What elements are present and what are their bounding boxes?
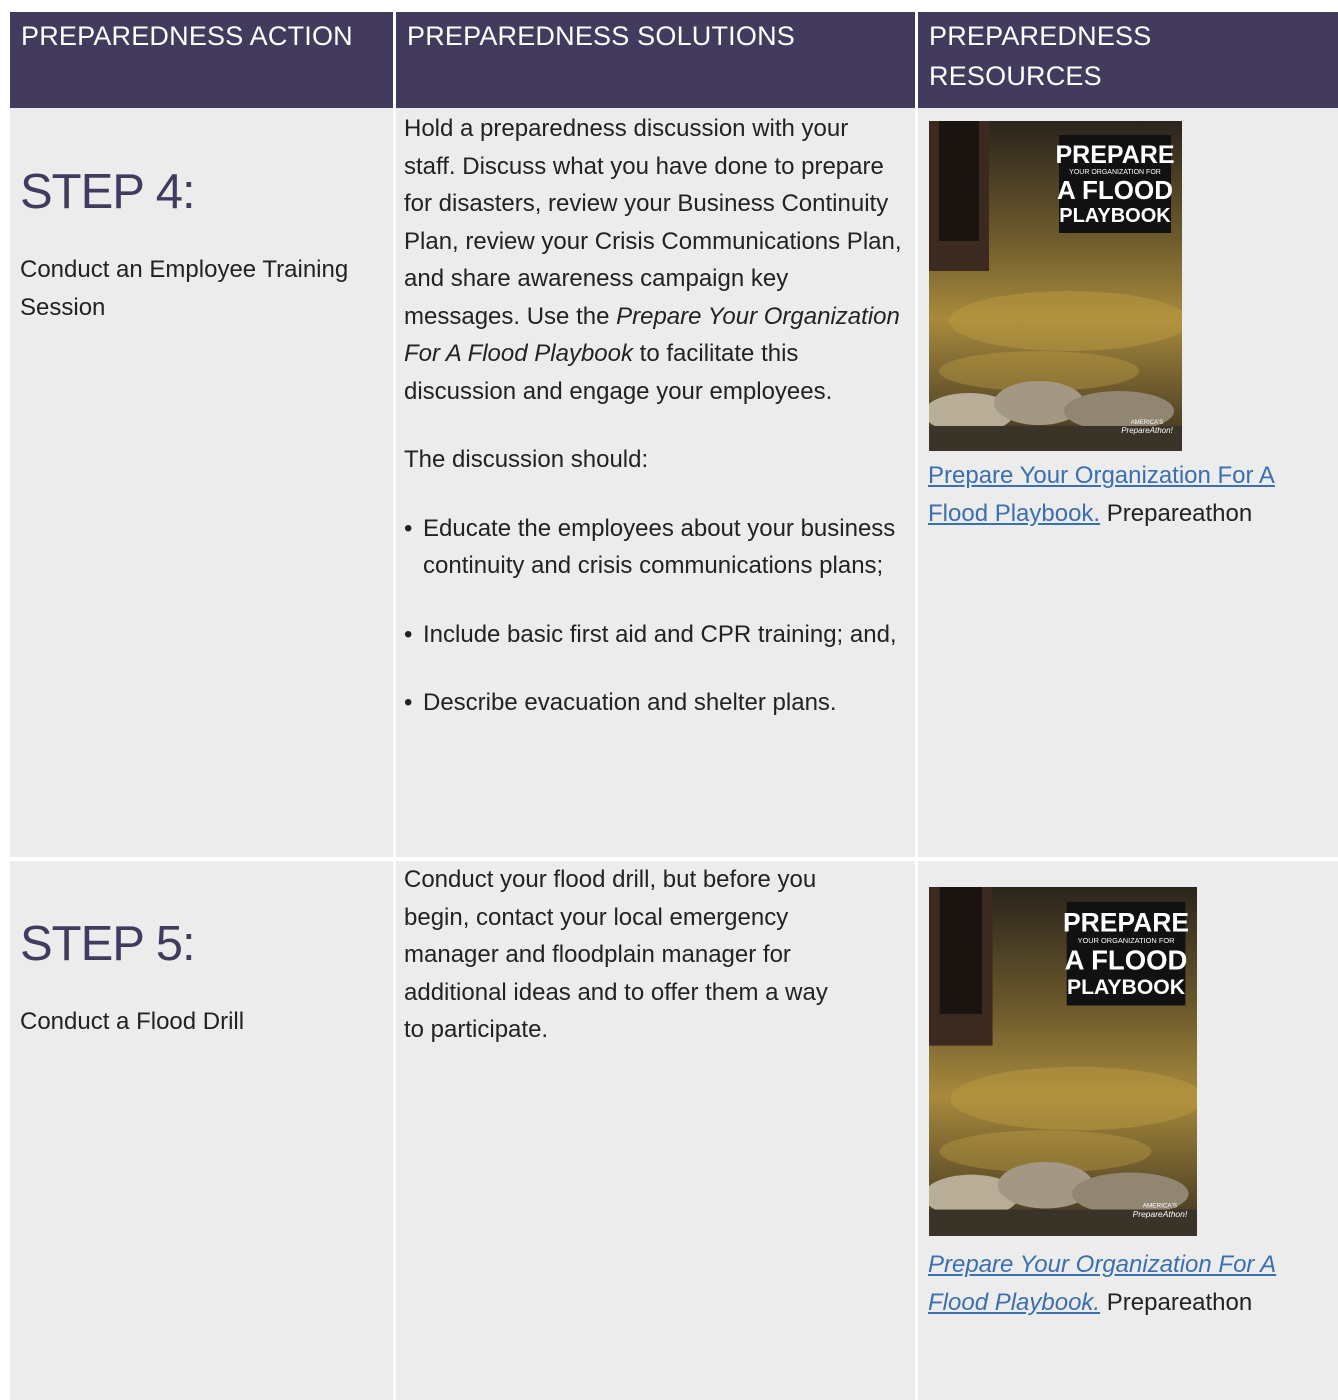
resource-source: Prepareathon	[1100, 499, 1253, 527]
bullet-icon: •	[404, 689, 413, 716]
cover-brand-2: PrepareAthon!	[1121, 426, 1173, 435]
step-4-title: STEP 4:	[20, 165, 196, 219]
flood-playbook-cover-art: PREPARE YOUR ORGANIZATION FOR A FLOOD PL…	[929, 121, 1182, 451]
step-4-resource-citation: Prepare Your Organization For A Flood Pl…	[928, 457, 1328, 532]
step-5-solution-text: Conduct your flood drill, but before you…	[404, 866, 828, 1043]
cover-title-3: PLAYBOOK	[1067, 976, 1186, 999]
bullet-item: • Include basic first aid and CPR traini…	[404, 616, 904, 654]
step-4-solution-intro: Hold a preparedness discussion with your…	[404, 110, 904, 410]
step-5-resource-cell: PREPARE YOUR ORGANIZATION FOR A FLOOD PL…	[918, 861, 1338, 1400]
bullet-text: Educate the employees about your busines…	[423, 514, 896, 580]
step-5-action-text: Conduct a Flood Drill	[20, 1008, 245, 1035]
header-preparedness-solutions: PREPAREDNESS SOLUTIONS	[396, 12, 915, 108]
step-4-action-text: Conduct an Employee Training Session	[20, 256, 349, 321]
step-5-action-cell: STEP 5: Conduct a Flood Drill	[10, 861, 393, 1400]
step-5-title: STEP 5:	[20, 917, 196, 971]
header-preparedness-resources: PREPAREDNESS RESOURCES	[918, 12, 1338, 108]
cover-title-3: PLAYBOOK	[1059, 205, 1171, 227]
bullet-item: • Describe evacuation and shelter plans.	[404, 684, 904, 722]
header-action-label: PREPAREDNESS ACTION	[21, 21, 353, 51]
flood-playbook-cover-image[interactable]: PREPARE YOUR ORGANIZATION FOR A FLOOD PL…	[929, 121, 1182, 451]
bullet-icon: •	[404, 514, 413, 542]
step-5-solution-cell: Conduct your flood drill, but before you…	[396, 861, 915, 1400]
step-4-action-cell: STEP 4: Conduct an Employee Training Ses…	[10, 108, 393, 857]
cover-title-2: A FLOOD	[1065, 945, 1188, 976]
header-solutions-label: PREPAREDNESS SOLUTIONS	[407, 21, 795, 51]
step-4-resource-cell: PREPARE YOUR ORGANIZATION FOR A FLOOD PL…	[918, 108, 1338, 857]
bullet-text: Include basic first aid and CPR training…	[423, 620, 897, 648]
header-resources-label: PREPAREDNESS RESOURCES	[929, 21, 1152, 91]
step-5-solution: Conduct your flood drill, but before you…	[404, 861, 854, 1080]
header-preparedness-action: PREPAREDNESS ACTION	[10, 12, 393, 108]
cover-title-1: PREPARE	[1063, 907, 1189, 937]
cover-title-1: PREPARE	[1055, 141, 1174, 169]
bullet-icon: •	[404, 620, 413, 648]
step-4-solution-lead: The discussion should:	[404, 446, 649, 473]
step-4-solution-cell: Hold a preparedness discussion with your…	[396, 108, 915, 857]
cover-brand-2: PrepareAthon!	[1133, 1209, 1188, 1219]
step-4-solution: Hold a preparedness discussion with your…	[404, 110, 904, 753]
step-5-resource-citation: Prepare Your Organization For A Flood Pl…	[928, 1246, 1328, 1321]
resource-source: Prepareathon	[1100, 1288, 1253, 1316]
bullet-item: • Educate the employees about your busin…	[404, 510, 904, 585]
preparedness-table: PREPAREDNESS ACTION PREPAREDNESS SOLUTIO…	[10, 12, 1338, 1400]
solution-intro-part-1: Hold a preparedness discussion with your…	[404, 115, 902, 330]
cover-title-2: A FLOOD	[1057, 175, 1173, 205]
bullet-text: Describe evacuation and shelter plans.	[423, 689, 837, 716]
flood-playbook-cover-image[interactable]: PREPARE YOUR ORGANIZATION FOR A FLOOD PL…	[929, 887, 1197, 1236]
flood-playbook-cover-art: PREPARE YOUR ORGANIZATION FOR A FLOOD PL…	[929, 887, 1197, 1236]
